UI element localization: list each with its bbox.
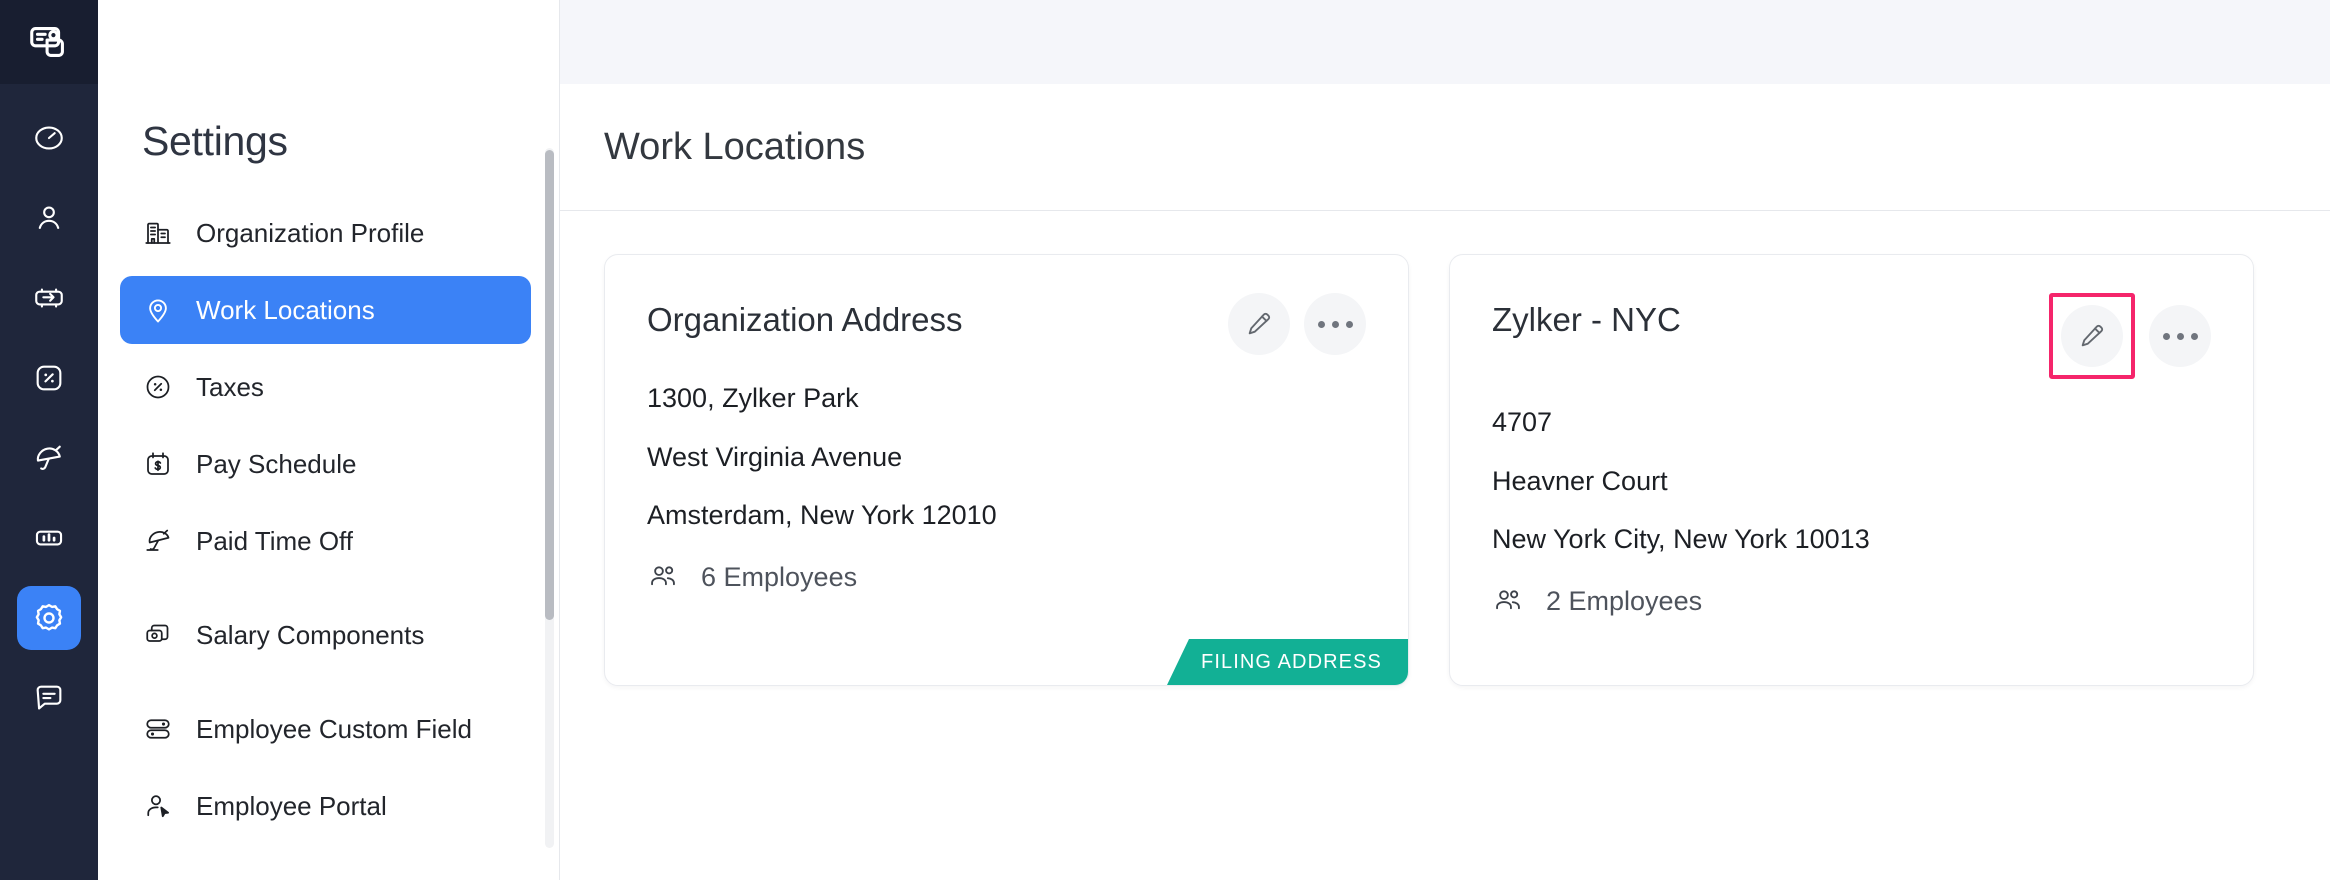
work-location-card-list: Organization Address	[560, 211, 2330, 686]
employee-count-row: 6 Employees	[647, 560, 1366, 594]
sidebar-item-organization-profile[interactable]: Organization Profile	[120, 199, 531, 267]
pencil-edit-icon	[2078, 322, 2106, 350]
location-pin-icon	[142, 294, 174, 326]
card-title: Zylker - NYC	[1492, 293, 1681, 339]
reports-bar-chart-icon	[32, 521, 66, 555]
custom-field-toggles-icon	[142, 713, 174, 745]
rail-item-time-off[interactable]	[17, 426, 81, 490]
card-title: Organization Address	[647, 293, 963, 339]
rail-item-reports[interactable]	[17, 506, 81, 570]
address-line: West Virginia Avenue	[647, 443, 1366, 473]
pay-runs-arrow-icon	[32, 281, 66, 315]
page-header: Work Locations	[560, 84, 2330, 211]
work-location-card: Zylker - NYC	[1449, 254, 2254, 686]
sidebar-item-paid-time-off[interactable]: Paid Time Off	[120, 507, 531, 575]
sidebar-item-salary-components[interactable]: Salary Components	[120, 601, 531, 669]
work-location-card: Organization Address	[604, 254, 1409, 686]
rail-item-pay-runs[interactable]	[17, 266, 81, 330]
employees-group-icon	[647, 560, 681, 594]
chat-message-icon	[32, 681, 66, 715]
sidebar-item-label: Pay Schedule	[196, 451, 356, 477]
sidebar-item-label: Salary Components	[196, 622, 424, 648]
card-actions	[2049, 293, 2211, 379]
calendar-dollar-icon	[142, 448, 174, 480]
more-horizontal-icon	[2163, 333, 2198, 340]
address-line: 4707	[1492, 408, 2211, 438]
card-actions	[1228, 293, 1366, 355]
address-line: Heavner Court	[1492, 467, 2211, 497]
taxes-percent-icon	[32, 361, 66, 395]
percent-circle-icon	[142, 371, 174, 403]
sidebar-item-employee-custom-field[interactable]: Employee Custom Field	[120, 695, 531, 763]
address-block: 1300, Zylker Park West Virginia Avenue A…	[647, 384, 1366, 531]
sidebar-item-label: Paid Time Off	[196, 528, 353, 554]
employee-count-text: 2 Employees	[1546, 586, 1702, 617]
time-off-umbrella-icon	[32, 441, 66, 475]
rail-item-list	[0, 84, 98, 746]
settings-gear-icon	[31, 600, 67, 636]
more-options-button[interactable]	[1304, 293, 1366, 355]
sidebar-group-divider-2	[120, 669, 531, 695]
more-horizontal-icon	[1318, 321, 1353, 328]
main-content: Work Locations Organization Address	[560, 0, 2330, 880]
more-options-button[interactable]	[2149, 305, 2211, 367]
address-line: 1300, Zylker Park	[647, 384, 1366, 414]
rail-item-taxes[interactable]	[17, 346, 81, 410]
edit-location-button[interactable]	[2061, 305, 2123, 367]
rail-item-chat[interactable]	[17, 666, 81, 730]
settings-nav-list: Organization Profile Work Locations	[98, 199, 559, 840]
beach-umbrella-icon	[142, 525, 174, 557]
sidebar-item-label: Employee Custom Field	[196, 716, 472, 742]
address-line: Amsterdam, New York 12010	[647, 501, 1366, 531]
employees-person-icon	[32, 201, 66, 235]
edit-button-highlight	[2049, 293, 2135, 379]
sidebar-item-label: Taxes	[196, 374, 264, 400]
rail-item-settings[interactable]	[17, 586, 81, 650]
top-bar	[560, 0, 2330, 84]
sidebar-scrollbar-thumb[interactable]	[545, 150, 554, 620]
dashboard-speedometer-icon	[32, 121, 66, 155]
primary-nav-rail	[0, 0, 98, 880]
card-header: Organization Address	[647, 293, 1366, 355]
rail-item-employees[interactable]	[17, 186, 81, 250]
sidebar-item-label: Work Locations	[196, 297, 375, 323]
rail-item-dashboard[interactable]	[17, 106, 81, 170]
employee-count-text: 6 Employees	[701, 562, 857, 593]
edit-location-button[interactable]	[1228, 293, 1290, 355]
salary-cards-icon	[142, 619, 174, 651]
employees-group-icon	[1492, 584, 1526, 618]
sidebar-item-work-locations[interactable]: Work Locations	[120, 276, 531, 344]
payroll-card-logo-icon	[26, 19, 72, 65]
settings-heading: Settings	[98, 84, 559, 165]
sidebar-item-employee-portal[interactable]: Employee Portal	[120, 772, 531, 840]
pencil-edit-icon	[1245, 310, 1273, 338]
address-block: 4707 Heavner Court New York City, New Yo…	[1492, 408, 2211, 555]
employee-portal-person-cursor-icon	[142, 790, 174, 822]
sidebar-group-divider	[120, 575, 531, 601]
organization-building-icon	[142, 217, 174, 249]
app-logo[interactable]	[0, 0, 98, 84]
sidebar-item-label: Employee Portal	[196, 793, 387, 819]
sidebar-item-label: Organization Profile	[196, 220, 424, 246]
settings-sidebar: Settings Organization Profile	[98, 0, 560, 880]
app-root: Settings Organization Profile	[0, 0, 2330, 880]
card-header: Zylker - NYC	[1492, 293, 2211, 379]
status-badge: FILING ADDRESS	[1167, 639, 1408, 685]
page-title: Work Locations	[604, 126, 865, 169]
sidebar-item-taxes[interactable]: Taxes	[120, 353, 531, 421]
address-line: New York City, New York 10013	[1492, 525, 2211, 555]
employee-count-row: 2 Employees	[1492, 584, 2211, 618]
sidebar-item-pay-schedule[interactable]: Pay Schedule	[120, 430, 531, 498]
